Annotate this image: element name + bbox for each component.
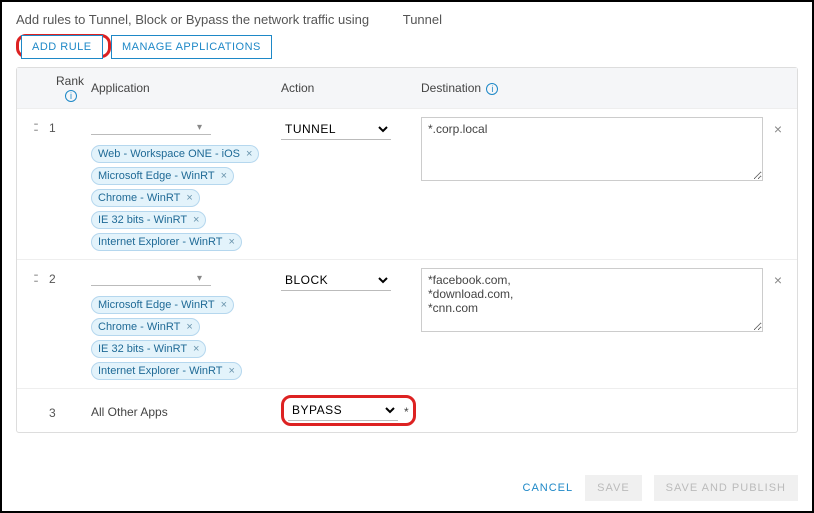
app-chip: IE 32 bits - WinRT × [91,211,206,229]
chip-remove-icon[interactable]: × [186,321,192,333]
destination-textarea[interactable] [421,117,763,181]
application-select[interactable] [91,117,211,135]
chip-remove-icon[interactable]: × [221,299,227,311]
intro-text: Add rules to Tunnel, Block or Bypass the… [16,12,798,27]
rank-number: 2 [49,268,91,286]
add-rule-callout: ADD RULE [16,34,111,58]
drag-handle-icon[interactable] [21,268,49,282]
manage-applications-button[interactable]: MANAGE APPLICATIONS [111,35,272,59]
cancel-button[interactable]: CANCEL [523,482,574,494]
chip-remove-icon[interactable]: × [193,214,199,226]
app-chip: Microsoft Edge - WinRT × [91,167,234,185]
application-select[interactable] [91,268,211,286]
action-select[interactable]: BLOCK [281,270,391,291]
col-rank: Rank i [49,74,91,102]
chip-remove-icon[interactable]: × [186,192,192,204]
col-destination: Destination i [421,81,763,95]
rule-row: 1▾Web - Workspace ONE - iOS×Microsoft Ed… [17,109,797,259]
action-select[interactable]: TUNNEL [281,119,391,140]
save-publish-button[interactable]: SAVE AND PUBLISH [654,475,798,501]
default-action-select[interactable]: BYPASS [288,400,398,421]
all-other-apps-label: All Other Apps [91,403,281,419]
info-icon[interactable]: i [486,83,498,95]
chip-remove-icon[interactable]: × [221,170,227,182]
chip-label: Internet Explorer - WinRT [98,365,223,377]
add-rule-button[interactable]: ADD RULE [21,35,103,59]
app-chip: Microsoft Edge - WinRT × [91,296,234,314]
chip-remove-icon[interactable]: × [246,148,252,160]
bypass-callout: BYPASS * [281,395,416,426]
chip-label: Microsoft Edge - WinRT [98,170,215,182]
remove-rule-icon[interactable]: × [763,117,793,137]
col-action: Action [281,81,421,95]
app-chip: Internet Explorer - WinRT × [91,362,242,380]
col-application: Application [91,81,281,95]
default-destination: * [404,403,409,419]
app-chip: Internet Explorer - WinRT × [91,233,242,251]
drag-handle-icon[interactable] [21,117,49,131]
app-chip: Web - Workspace ONE - iOS × [91,145,259,163]
app-chip: Chrome - WinRT × [91,189,200,207]
chip-label: IE 32 bits - WinRT [98,343,187,355]
intro-mode: Tunnel [403,12,442,27]
chip-label: Chrome - WinRT [98,192,180,204]
info-icon[interactable]: i [65,90,77,102]
chip-label: IE 32 bits - WinRT [98,214,187,226]
remove-rule-icon[interactable]: × [763,268,793,288]
app-chip: Chrome - WinRT × [91,318,200,336]
app-chip: IE 32 bits - WinRT × [91,340,206,358]
chip-label: Chrome - WinRT [98,321,180,333]
rule-row: 2▾Microsoft Edge - WinRT×Chrome - WinRT×… [17,259,797,388]
save-button[interactable]: SAVE [585,475,642,501]
chip-remove-icon[interactable]: × [229,236,235,248]
destination-textarea[interactable] [421,268,763,332]
rank-number: 1 [49,117,91,135]
chip-label: Web - Workspace ONE - iOS [98,148,240,160]
rules-table: Rank i Application Action Destination i … [16,67,798,433]
chip-remove-icon[interactable]: × [193,343,199,355]
default-rank: 3 [49,402,91,420]
chip-label: Internet Explorer - WinRT [98,236,223,248]
chip-remove-icon[interactable]: × [229,365,235,377]
chip-label: Microsoft Edge - WinRT [98,299,215,311]
